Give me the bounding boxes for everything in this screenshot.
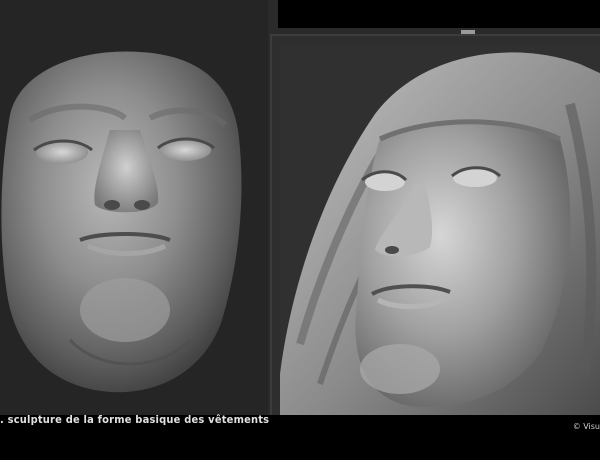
copyright-notice: © Visu — [572, 422, 600, 431]
right-viewport[interactable] — [270, 34, 600, 417]
viewer-page: . sculpture de la forme basique des vête… — [0, 0, 600, 460]
left-viewport[interactable] — [0, 0, 268, 415]
face-mask-sculpture — [1, 51, 242, 393]
right-viewport-canvas — [280, 44, 600, 417]
image-caption: . sculpture de la forme basique des vête… — [0, 413, 270, 426]
top-toolbar — [278, 0, 600, 28]
veiled-head-sculpture — [280, 52, 600, 417]
